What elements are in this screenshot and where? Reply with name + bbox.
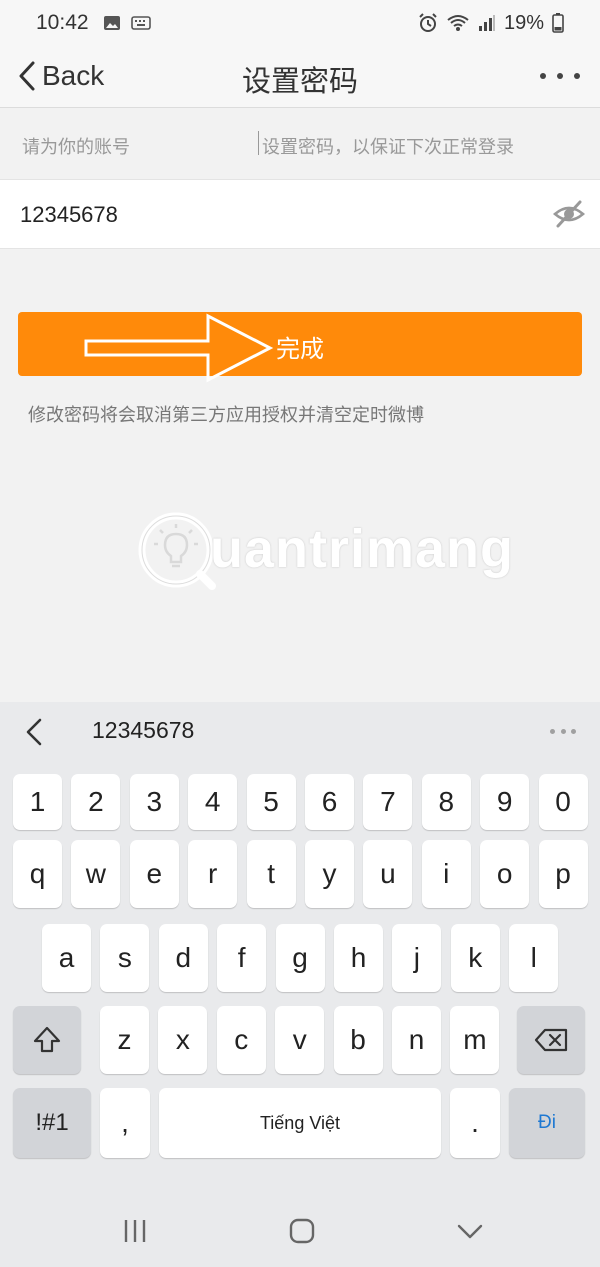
more-dot-icon bbox=[557, 73, 563, 79]
soft-keyboard: 12345678 1234567890qwertyuiopasdfghjklzx… bbox=[0, 702, 600, 1182]
backspace-key[interactable] bbox=[517, 1006, 585, 1074]
key-l[interactable]: l bbox=[509, 924, 559, 992]
key-3[interactable]: 3 bbox=[129, 774, 179, 830]
suggestion-word[interactable]: 12345678 bbox=[92, 717, 194, 744]
home-icon[interactable] bbox=[287, 1216, 317, 1246]
key-s[interactable]: s bbox=[100, 924, 150, 992]
status-right-icons: 19% bbox=[418, 12, 564, 35]
key-g[interactable]: g bbox=[275, 924, 325, 992]
wifi-icon bbox=[447, 15, 469, 31]
navigation-bar: 设置密码 Back bbox=[0, 46, 600, 108]
key-f[interactable]: f bbox=[217, 924, 267, 992]
done-label: 完成 bbox=[276, 336, 324, 363]
status-bar: 10:42 19% bbox=[0, 0, 600, 46]
alarm-icon bbox=[419, 13, 437, 32]
key-x[interactable]: x bbox=[158, 1006, 208, 1074]
key-5[interactable]: 5 bbox=[246, 774, 296, 830]
backspace-icon bbox=[534, 1028, 568, 1052]
key-6[interactable]: 6 bbox=[305, 774, 354, 830]
key-7[interactable]: 7 bbox=[363, 774, 413, 830]
status-time: 10:42 bbox=[36, 11, 89, 34]
key-n[interactable]: n bbox=[392, 1006, 441, 1074]
more-dot-icon bbox=[540, 73, 546, 79]
key-m[interactable]: m bbox=[450, 1006, 500, 1074]
keyboard-icon bbox=[130, 16, 151, 30]
more-options-button[interactable] bbox=[540, 66, 580, 86]
symbols-key[interactable]: !#1 bbox=[13, 1088, 91, 1158]
key-o[interactable]: o bbox=[480, 840, 530, 908]
lightbulb-logo-icon bbox=[138, 512, 216, 590]
go-key[interactable]: Đi bbox=[509, 1088, 585, 1158]
watermark-text: uantrimang bbox=[210, 519, 515, 579]
space-key[interactable]: Tiếng Việt bbox=[159, 1088, 441, 1158]
comma-key[interactable]: , bbox=[100, 1088, 150, 1158]
key-i[interactable]: i bbox=[421, 840, 471, 908]
key-2[interactable]: 2 bbox=[71, 774, 121, 830]
key-p[interactable]: p bbox=[538, 840, 588, 908]
key-1[interactable]: 1 bbox=[13, 774, 62, 830]
chevron-left-icon bbox=[19, 61, 35, 91]
key-u[interactable]: u bbox=[363, 840, 413, 908]
eye-off-icon[interactable] bbox=[552, 197, 586, 231]
done-button[interactable]: 完成 bbox=[18, 312, 582, 376]
recent-apps-icon[interactable] bbox=[120, 1216, 150, 1246]
gallery-icon bbox=[103, 16, 120, 30]
key-d[interactable]: d bbox=[158, 924, 208, 992]
key-a[interactable]: a bbox=[42, 924, 91, 992]
key-b[interactable]: b bbox=[333, 1006, 383, 1074]
key-y[interactable]: y bbox=[305, 840, 354, 908]
key-e[interactable]: e bbox=[129, 840, 179, 908]
battery-icon bbox=[552, 13, 564, 33]
more-dot-icon bbox=[571, 729, 576, 734]
status-notification-icons bbox=[103, 15, 151, 31]
key-c[interactable]: c bbox=[216, 1006, 266, 1074]
shift-key[interactable] bbox=[13, 1006, 81, 1074]
key-r[interactable]: r bbox=[188, 840, 238, 908]
more-dot-icon bbox=[574, 73, 580, 79]
password-input[interactable] bbox=[20, 192, 520, 238]
key-8[interactable]: 8 bbox=[421, 774, 471, 830]
key-v[interactable]: v bbox=[275, 1006, 325, 1074]
more-dot-icon bbox=[560, 729, 566, 734]
password-field-row bbox=[0, 179, 600, 249]
key-9[interactable]: 9 bbox=[480, 774, 530, 830]
key-t[interactable]: t bbox=[246, 840, 296, 908]
key-j[interactable]: j bbox=[392, 924, 442, 992]
chevron-left-icon[interactable] bbox=[20, 716, 50, 748]
text-caret bbox=[258, 131, 259, 155]
suggestion-bar: 12345678 bbox=[0, 702, 600, 762]
shift-arrow-icon bbox=[33, 1026, 61, 1053]
suggestion-more-button[interactable] bbox=[550, 729, 576, 735]
back-label: Back bbox=[42, 60, 105, 91]
key-z[interactable]: z bbox=[100, 1006, 149, 1074]
back-button[interactable]: Back bbox=[18, 56, 104, 96]
key-h[interactable]: h bbox=[334, 924, 383, 992]
key-4[interactable]: 4 bbox=[188, 774, 238, 830]
system-navigation-bar bbox=[0, 1182, 600, 1267]
key-k[interactable]: k bbox=[450, 924, 500, 992]
chevron-down-icon[interactable] bbox=[455, 1216, 485, 1246]
key-q[interactable]: q bbox=[13, 840, 62, 908]
battery-percent: 19% bbox=[503, 11, 544, 34]
hint-text-left: 请为你的账号 bbox=[22, 137, 130, 158]
watermark-logo: uantrimang bbox=[138, 512, 513, 592]
password-hint: 请为你的账号 设置密码，以保证下次正常登录 bbox=[0, 109, 600, 179]
key-0[interactable]: 0 bbox=[538, 774, 588, 830]
more-dot-icon bbox=[550, 729, 555, 734]
hint-text-right: 设置密码，以保证下次正常登录 bbox=[262, 137, 514, 158]
key-w[interactable]: w bbox=[71, 840, 121, 908]
signal-icon bbox=[478, 15, 495, 31]
period-key[interactable]: . bbox=[450, 1088, 500, 1158]
notice-text: 修改密码将会取消第三方应用授权并清空定时微博 bbox=[28, 405, 424, 426]
